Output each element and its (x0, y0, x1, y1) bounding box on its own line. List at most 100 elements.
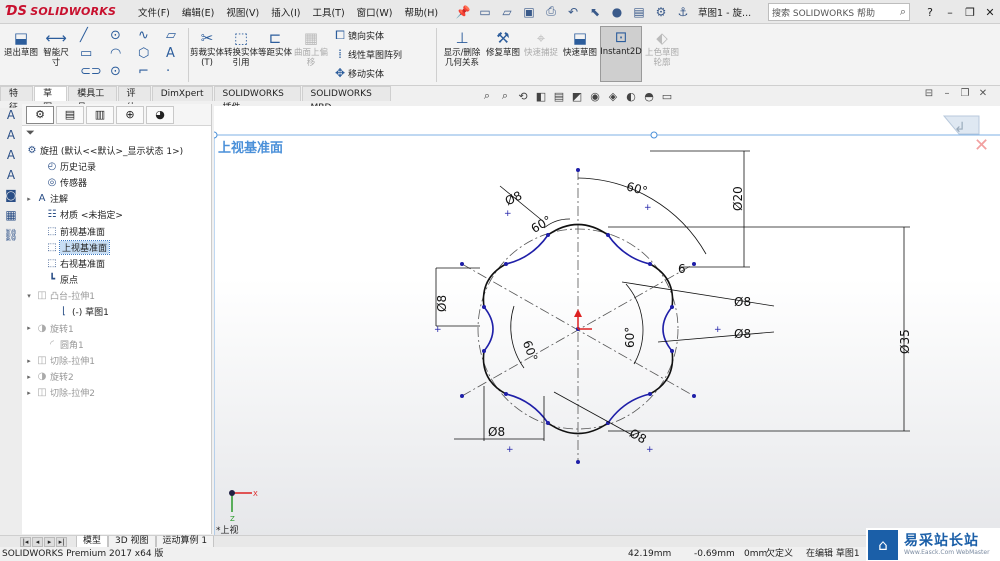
tree-item-revolve1[interactable]: ▸ ◑ 旋转1 (22, 320, 211, 336)
first-tab-icon[interactable]: |◂ (20, 537, 31, 547)
view-orientation-icon[interactable]: ◩ (568, 90, 586, 103)
polygon-icon[interactable]: ⬡ (138, 46, 149, 61)
offset-on-surface-button[interactable]: ▦ 曲面上偏移 (294, 28, 328, 69)
layer-icon[interactable]: ▦ (0, 208, 22, 228)
expand-arrow-icon[interactable]: ▸ (24, 373, 34, 381)
text-tool-icon[interactable]: A (0, 108, 22, 128)
tree-item-material[interactable]: ☷ 材质 <未指定> (22, 207, 211, 223)
close-icon[interactable]: ✕ (980, 6, 1000, 19)
file-properties-icon[interactable]: ▤ (630, 3, 648, 21)
tree-item-right-plane[interactable]: ⬚ 右视基准面 (22, 255, 211, 271)
tree-root-part[interactable]: ⚙ 旋扭 (默认<<默认>_显示状态 1>) (22, 142, 211, 158)
configuration-manager-tab-icon[interactable]: ▥ (86, 105, 114, 124)
tree-item-cut-extrude1[interactable]: ▸ ◫ 切除-拉伸1 (22, 352, 211, 368)
last-tab-icon[interactable]: ▸| (56, 537, 67, 547)
camera-icon[interactable]: ◙ (0, 188, 22, 208)
arc-icon[interactable]: ◠ (110, 46, 121, 61)
quick-snaps-button[interactable]: ⌖ 快速捕捉 (522, 28, 560, 59)
dim-angle-inner[interactable]: 60° (529, 213, 554, 236)
expand-arrow-icon[interactable]: ▸ (24, 324, 34, 332)
dim-d8-bottom[interactable]: Ø8 (488, 425, 505, 439)
viewport-minimize-icon[interactable]: – (938, 88, 956, 99)
shaded-sketch-contours-button[interactable]: ⬖ 上色草图轮廓 (644, 28, 680, 69)
sketch-canvas[interactable]: ↲ ✕ ++ + + + + Ø8 60° 60° Ø20 6 Ø8 Ø8 Ø8… (214, 106, 1000, 536)
graphics-area[interactable]: ↲ ✕ + + + + + + Ø8 60° 60° Ø20 6 Ø8 Ø8 Ø… (214, 106, 1000, 536)
expand-arrow-icon[interactable]: ▸ (24, 389, 34, 397)
property-manager-tab-icon[interactable]: ▤ (56, 105, 84, 124)
dim-d35[interactable]: Ø35 (898, 329, 912, 354)
feature-tree-tab-icon[interactable]: ⚙ (26, 105, 54, 124)
menu-view[interactable]: 视图(V) (220, 5, 265, 19)
smart-text-icon[interactable]: A (0, 128, 22, 148)
dim-angle-right[interactable]: 60° (623, 327, 637, 348)
dim-radius[interactable]: 6 (678, 262, 686, 276)
menu-insert[interactable]: 插入(I) (265, 5, 306, 19)
appearance-icon[interactable]: ◐ (622, 90, 640, 103)
move-entities-button[interactable]: ✥ 移动实体 (332, 66, 384, 80)
point-icon[interactable]: · (166, 64, 170, 79)
sketch-fillet-icon[interactable]: ⌐ (138, 64, 149, 79)
plane-label[interactable]: 上视基准面 (218, 137, 283, 156)
viewport-split-icon[interactable]: ⊟ (920, 88, 938, 99)
offset-entities-button[interactable]: ⊏ 等距实体 (258, 28, 292, 59)
link-icon[interactable]: ⛓ (0, 228, 22, 248)
search-icon[interactable]: ⌕ (900, 5, 906, 19)
view-settings-icon[interactable]: ▭ (658, 90, 676, 103)
menu-window[interactable]: 窗口(W) (351, 5, 399, 19)
rapid-sketch-button[interactable]: ⬓ 快速草图 (562, 28, 598, 59)
tab-dimxpert[interactable]: DimXpert (151, 86, 213, 101)
convert-entities-button[interactable]: ⬚ 转换实体引用 (224, 28, 258, 69)
tree-item-top-plane[interactable]: ⬚ 上视基准面 (22, 239, 211, 255)
undo-icon[interactable]: ↶ (564, 3, 582, 21)
dim-d8-right2[interactable]: Ø8 (734, 327, 751, 341)
tree-item-origin[interactable]: ┗ 原点 (22, 272, 211, 288)
rebuild-icon[interactable]: ● (608, 3, 626, 21)
help-search-input[interactable]: 搜索 SOLIDWORKS 帮助 ⌕ (768, 3, 910, 21)
tab-sketch[interactable]: 草图 (34, 86, 68, 113)
pin-icon[interactable]: 📌 (454, 3, 472, 21)
tree-item-sketch1[interactable]: ⌊ (-) 草图1 (22, 304, 211, 320)
dim-d8-right1[interactable]: Ø8 (734, 295, 751, 309)
viewport-close-icon[interactable]: ✕ (974, 88, 992, 99)
dim-d20[interactable]: Ø20 (731, 186, 745, 211)
rectangle-icon[interactable]: ▭ (80, 46, 92, 61)
new-document-icon[interactable]: ▭ (476, 3, 494, 21)
dim-d8-left[interactable]: Ø8 (435, 295, 449, 312)
tree-item-fillet1[interactable]: ◜ 圆角1 (22, 336, 211, 352)
expand-arrow-icon[interactable]: ▸ (24, 195, 34, 203)
scene-icon[interactable]: ◓ (640, 90, 658, 103)
menu-edit[interactable]: 编辑(E) (176, 5, 220, 19)
trim-entities-button[interactable]: ✂ 剪裁实体(T) (190, 28, 224, 69)
prev-tab-icon[interactable]: ◂ (32, 537, 43, 547)
dim-d8-bottom-right[interactable]: Ø8 (627, 426, 649, 447)
dim-angle-left[interactable]: 60° (520, 338, 540, 363)
zoom-to-fit-icon[interactable]: ⌕ (478, 89, 496, 103)
menu-tools[interactable]: 工具(T) (306, 5, 350, 19)
repair-sketch-button[interactable]: ⚒ 修复草图 (486, 28, 520, 59)
mirror-entities-button[interactable]: ⧠ 镜向实体 (332, 28, 384, 43)
tree-item-boss-extrude[interactable]: ▾ ◫ 凸台-拉伸1 (22, 288, 211, 304)
next-tab-icon[interactable]: ▸ (44, 537, 55, 547)
slot-icon[interactable]: ⊂⊃ (80, 64, 102, 79)
viewport-restore-icon[interactable]: ❐ (956, 88, 974, 99)
exit-sketch-button[interactable]: ⬓ 退出草图 (4, 28, 38, 59)
tab-mbd[interactable]: SOLIDWORKS MBD (301, 86, 391, 113)
save-icon[interactable]: ▣ (520, 3, 538, 21)
text-icon[interactable]: A (166, 46, 175, 61)
fillet-icon[interactable]: ⊙ (110, 64, 121, 79)
filter-icon[interactable]: ⏷ (22, 126, 211, 142)
dim-d8-top[interactable]: Ø8 (503, 188, 524, 208)
zoom-area-icon[interactable]: ⌕ (496, 89, 514, 103)
smart-dimension-button[interactable]: ⟷ 智能尺寸 (40, 28, 72, 69)
previous-view-icon[interactable]: ⟲ (514, 90, 532, 103)
tree-item-front-plane[interactable]: ⬚ 前视基准面 (22, 223, 211, 239)
print-icon[interactable]: ⎙ (542, 3, 560, 21)
display-style-icon[interactable]: ◉ (586, 90, 604, 103)
menu-file[interactable]: 文件(F) (132, 5, 176, 19)
tree-item-revolve2[interactable]: ▸ ◑ 旋转2 (22, 369, 211, 385)
dynamic-annotation-icon[interactable]: ▤ (550, 90, 568, 103)
tab-mold-tools[interactable]: 模具工具 (68, 86, 117, 113)
tree-item-history[interactable]: ◴ 历史记录 (22, 158, 211, 174)
display-manager-tab-icon[interactable]: ◕ (146, 105, 174, 124)
balloon-icon[interactable]: A (0, 168, 22, 188)
